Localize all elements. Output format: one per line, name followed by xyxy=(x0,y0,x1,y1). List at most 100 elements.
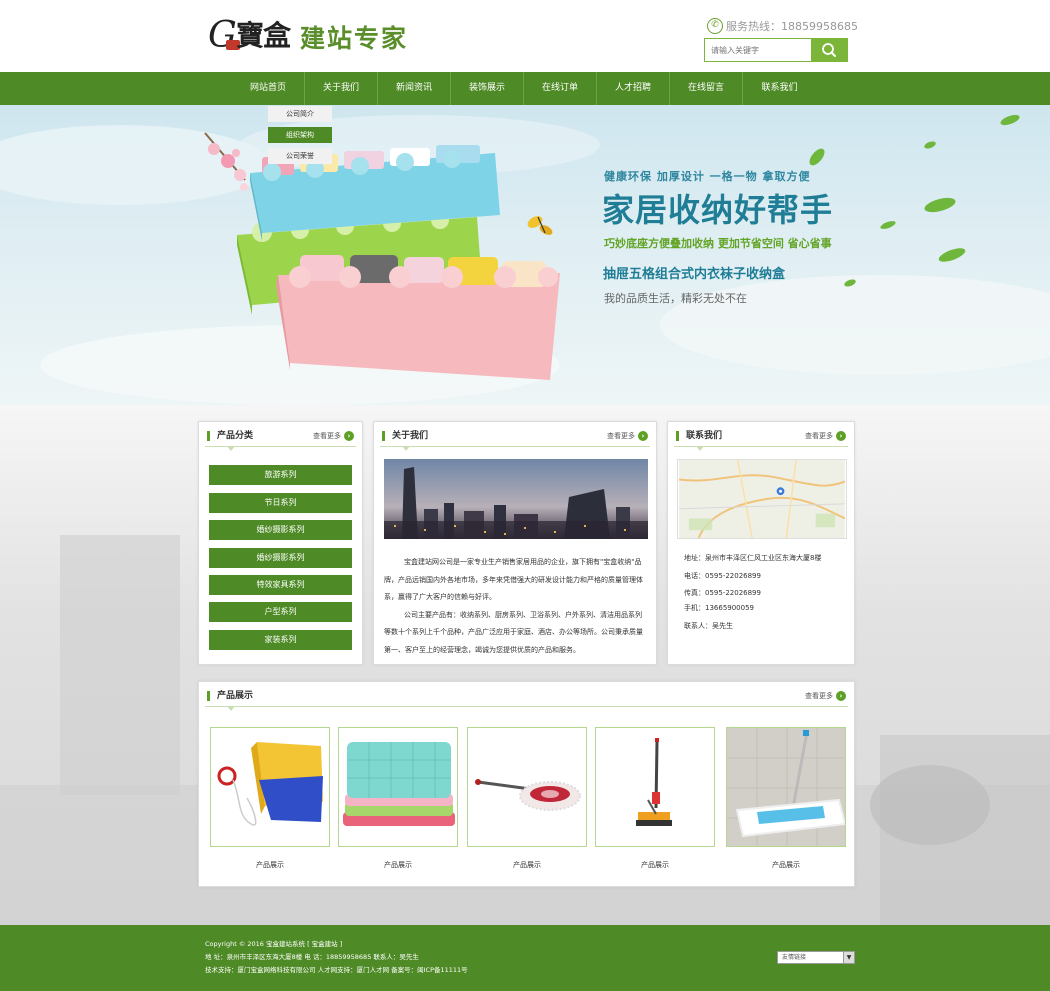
leaf-icon xyxy=(809,114,1020,287)
contact-phone: 电话：0595-22026899 xyxy=(684,572,761,580)
more-label: 查看更多 xyxy=(313,432,341,440)
main-nav: 网站首页 关于我们 新闻资讯 装饰展示 在线订单 人才招聘 在线留言 联系我们 xyxy=(0,72,1050,105)
product-card[interactable] xyxy=(210,727,330,847)
search-button[interactable] xyxy=(811,38,848,62)
hotline: ✆ 服务热线：18859958685 xyxy=(707,18,858,36)
product-card[interactable] xyxy=(338,727,458,847)
product-card[interactable] xyxy=(595,727,715,847)
friend-links-select[interactable]: 友情链接 ▼ xyxy=(777,951,855,964)
nav-item-message[interactable]: 在线留言 xyxy=(670,72,743,105)
search-input[interactable] xyxy=(704,38,811,62)
more-arrow-icon: › xyxy=(344,431,354,441)
categories-title: 产品分类 xyxy=(207,431,253,441)
hero-banner[interactable]: 健康环保 加厚设计 一格一物 拿取方便 家居收纳好帮手 巧妙底座方便叠加收纳 更… xyxy=(0,105,1050,405)
categories-panel: 产品分类 查看更多 › 旅游系列 节日系列 婚纱摄影系列 婚纱摄影系列 特效家具… xyxy=(198,421,363,665)
about-paragraph: 公司主要产品有：收纳系列、厨房系列、卫浴系列、户外系列、清洁用品系列等数十个系列… xyxy=(384,610,643,654)
submenu-item-intro[interactable]: 公司简介 xyxy=(268,106,332,122)
about-panel: 关于我们 查看更多 › 宝盒建站网公司是一家专业生产销售家居用品的企业，旗下拥有… xyxy=(373,421,657,665)
nav-item-about[interactable]: 关于我们 xyxy=(305,72,378,105)
phone-icon: ✆ xyxy=(707,18,723,34)
hotline-text: 服务热线：18859958685 xyxy=(726,20,858,33)
footer-address: 地 址：泉州市丰泽区东海大厦8楼 电 话：18859958685 联系人：吴先生 xyxy=(205,953,419,961)
more-label: 查看更多 xyxy=(607,432,635,440)
nav-item-order[interactable]: 在线订单 xyxy=(524,72,597,105)
site-header: G 寶盒 建站专家 ✆ 服务热线：18859958685 xyxy=(0,0,1050,72)
butterfly-icon xyxy=(527,216,553,235)
banner-subline: 巧妙底座方便叠加收纳 更加节省空间 省心省事 xyxy=(604,237,832,250)
nav-item-showcase[interactable]: 装饰展示 xyxy=(451,72,524,105)
contact-mobile: 手机：13665900059 xyxy=(684,604,754,612)
categories-more-link[interactable]: 查看更多 › xyxy=(313,431,354,441)
window-cleaner-icon xyxy=(211,728,329,846)
chevron-down-icon: ▼ xyxy=(843,952,854,963)
category-button[interactable]: 婚纱摄影系列 xyxy=(209,520,352,540)
banner-illustration xyxy=(0,114,1050,405)
towels-icon xyxy=(339,728,457,846)
submenu-item-structure[interactable]: 组织架构 xyxy=(268,127,332,143)
product-caption: 产品展示 xyxy=(384,861,412,869)
more-arrow-icon: › xyxy=(836,431,846,441)
logo-name: 建站专家 xyxy=(300,24,409,53)
more-arrow-icon: › xyxy=(836,691,846,701)
category-button[interactable]: 家装系列 xyxy=(209,630,352,650)
banner-product-name: 抽屉五格组合式内衣袜子收纳盒 xyxy=(603,267,786,282)
panel-notch-icon xyxy=(402,446,410,451)
map-pin-icon xyxy=(776,487,785,496)
about-paragraph: 宝盒建站网公司是一家专业生产销售家居用品的企业，旗下拥有"宝盒收纳"品牌，产品远… xyxy=(384,558,643,601)
contact-person: 联系人：吴先生 xyxy=(684,622,733,630)
contact-title: 联系我们 xyxy=(676,431,722,441)
search-bar xyxy=(704,38,848,62)
panel-notch-icon xyxy=(696,446,704,451)
contact-fax: 传真：0595-22026899 xyxy=(684,589,761,597)
panel-notch-icon xyxy=(227,706,235,711)
logo-letter: G xyxy=(208,15,237,56)
search-icon xyxy=(822,43,836,57)
about-submenu: 公司简介 组织架构 公司荣誉 xyxy=(268,106,332,169)
category-button[interactable]: 旅游系列 xyxy=(209,465,352,485)
city-skyline-image xyxy=(384,459,648,539)
flat-mop-icon xyxy=(727,728,845,846)
banner-headline: 家居收纳好帮手 xyxy=(602,191,834,229)
product-caption: 产品展示 xyxy=(641,861,669,869)
banner-slogan: 我的品质生活，精彩无处不在 xyxy=(604,292,747,305)
contact-panel: 联系我们 查看更多 › 地址：泉州市丰泽区仁风工业区东海大厦8楼 电话：0595… xyxy=(667,421,855,665)
about-title: 关于我们 xyxy=(382,431,428,441)
about-text: 宝盒建站网公司是一家专业生产销售家居用品的企业，旗下拥有"宝盒收纳"品牌，产品远… xyxy=(384,554,648,659)
sponge-mop-icon xyxy=(596,728,714,846)
products-title: 产品展示 xyxy=(207,691,253,701)
contact-more-link[interactable]: 查看更多 › xyxy=(805,431,846,441)
more-label: 查看更多 xyxy=(805,432,833,440)
product-caption: 产品展示 xyxy=(513,861,541,869)
product-caption: 产品展示 xyxy=(256,861,284,869)
panel-notch-icon xyxy=(227,446,235,451)
logo-mark: 寶盒 xyxy=(236,19,291,52)
submenu-item-honors[interactable]: 公司荣誉 xyxy=(268,148,332,164)
panel-divider xyxy=(380,446,650,447)
nav-item-home[interactable]: 网站首页 xyxy=(232,72,305,105)
footer-support: 技术支持：厦门宝盒网络科技有限公司 人才网支持：厦门人才网 备案号：闽ICP备1… xyxy=(205,966,468,974)
category-button[interactable]: 节日系列 xyxy=(209,493,352,513)
more-arrow-icon: › xyxy=(638,431,648,441)
category-button[interactable]: 户型系列 xyxy=(209,602,352,622)
category-button[interactable]: 特效家具系列 xyxy=(209,575,352,595)
nav-item-contact[interactable]: 联系我们 xyxy=(743,72,816,105)
category-button[interactable]: 婚纱摄影系列 xyxy=(209,548,352,568)
nav-item-jobs[interactable]: 人才招聘 xyxy=(597,72,670,105)
dust-mop-icon xyxy=(468,728,586,846)
site-footer: Copyright © 2016 宝盒建站系统 [ 宝盒建站 ] 地 址：泉州市… xyxy=(0,925,1050,991)
products-panel: 产品展示 查看更多 › 产品展示 产品展示 产品展示 产品展示 产品展示 xyxy=(198,681,855,887)
product-card[interactable] xyxy=(726,727,846,847)
about-more-link[interactable]: 查看更多 › xyxy=(607,431,648,441)
contact-address: 地址：泉州市丰泽区仁风工业区东海大厦8楼 xyxy=(684,554,822,562)
nav-item-news[interactable]: 新闻资讯 xyxy=(378,72,451,105)
footer-copyright: Copyright © 2016 宝盒建站系统 [ 宝盒建站 ] xyxy=(205,940,343,948)
more-label: 查看更多 xyxy=(805,692,833,700)
product-card[interactable] xyxy=(467,727,587,847)
location-map[interactable] xyxy=(677,459,847,539)
friend-links-label: 友情链接 xyxy=(782,954,807,961)
site-logo[interactable]: G 寶盒 建站专家 xyxy=(208,14,418,58)
products-more-link[interactable]: 查看更多 › xyxy=(805,691,846,701)
panel-divider xyxy=(205,706,848,707)
banner-features: 健康环保 加厚设计 一格一物 拿取方便 xyxy=(604,170,811,183)
footer-wave-edge xyxy=(0,925,1050,929)
